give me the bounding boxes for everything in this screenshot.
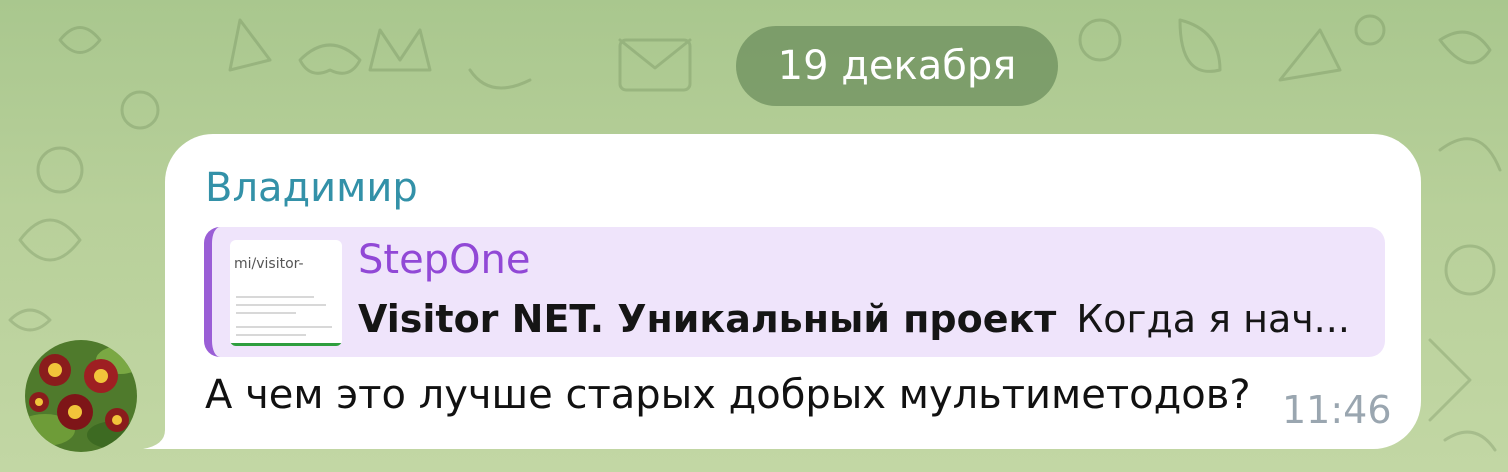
- link-preview[interactable]: mi/visitor- StepOne Visitor NET. Уникаль…: [204, 227, 1385, 357]
- thumbnail-accent-bar: [230, 343, 342, 346]
- thumbnail-line: [236, 326, 332, 328]
- thumbnail-line: [236, 312, 296, 314]
- sender-avatar[interactable]: [25, 340, 137, 452]
- message-text: А чем это лучше старых добрых мультимето…: [205, 372, 1251, 418]
- link-preview-title: Visitor NET. Уникальный проект: [358, 297, 1057, 341]
- thumbnail-title: mi/visitor-: [234, 256, 304, 272]
- date-badge: 19 декабря: [736, 26, 1058, 106]
- sender-name[interactable]: Владимир: [205, 165, 418, 211]
- thumbnail-line: [236, 296, 314, 298]
- link-preview-thumbnail: mi/visitor-: [230, 240, 342, 346]
- message-time: 11:46: [1282, 388, 1392, 432]
- link-preview-description: Когда я нач...: [1076, 297, 1350, 341]
- thumbnail-line: [236, 334, 306, 336]
- link-preview-source: StepOne: [358, 237, 531, 283]
- link-preview-text: Visitor NET. Уникальный проект Когда я на…: [358, 297, 1358, 341]
- thumbnail-line: [236, 304, 326, 306]
